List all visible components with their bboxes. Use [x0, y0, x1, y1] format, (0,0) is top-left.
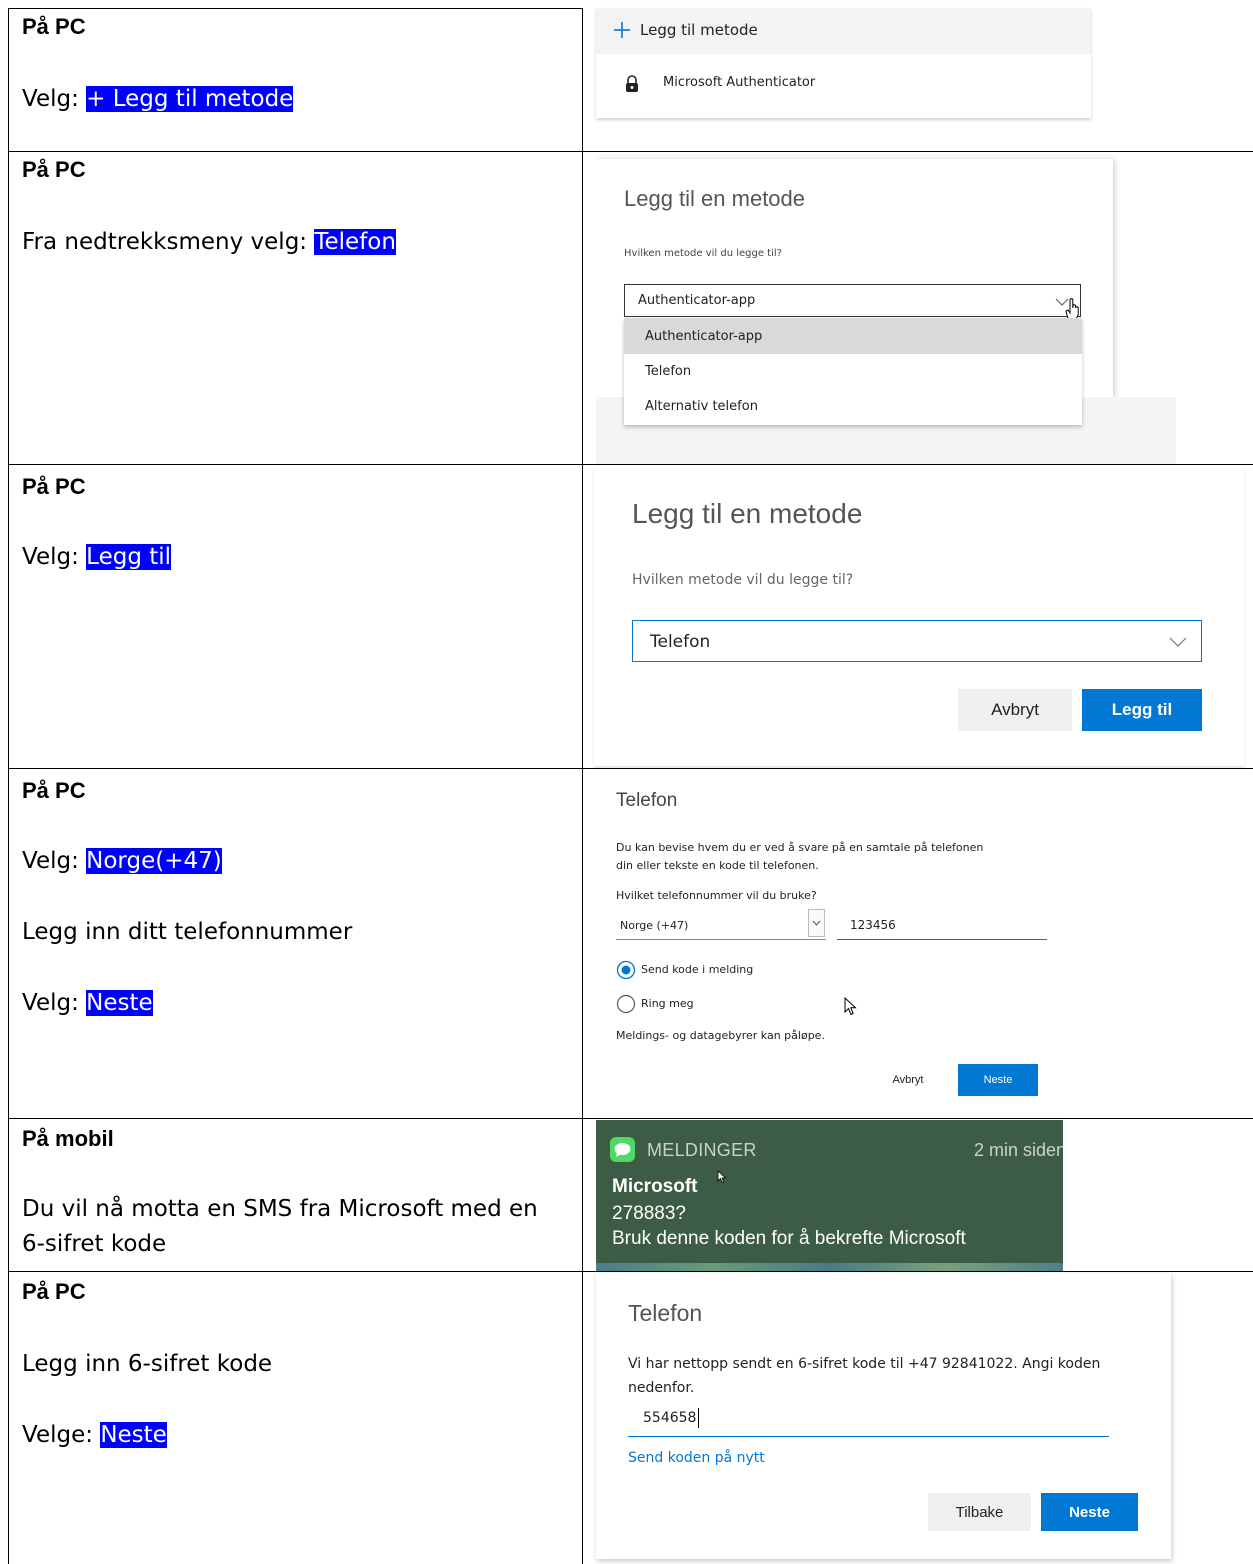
dropdown-option[interactable]: Authenticator-app	[624, 318, 1082, 354]
row-heading: På PC	[22, 474, 86, 499]
row-heading: På mobil	[22, 1126, 114, 1151]
table-divider	[582, 8, 583, 1564]
cancel-button[interactable]: Avbryt	[868, 1064, 948, 1096]
notification-time: 2 min siden	[974, 1140, 1063, 1160]
dialog-title: Legg til en metode	[624, 186, 806, 211]
instruction-cell: På mobil Du vil nå motta en SMS fra Micr…	[8, 1118, 582, 1271]
method-select[interactable]: Telefon	[632, 620, 1202, 662]
code-input-value: 554658	[643, 1410, 697, 1426]
instruction-line: Velg: Norge(+47)	[22, 848, 222, 874]
sms-notification: MELDINGER 2 min siden Microsoft 278883? …	[596, 1120, 1063, 1271]
dialog-desc: Du kan bevise hvem du er ved å svare på …	[616, 841, 984, 854]
dialog-title: Legg til en metode	[632, 498, 863, 529]
instruction-cell: På PC Fra nedtrekksmeny velg: Telefon	[8, 151, 582, 464]
dialog-desc: nedenfor.	[628, 1380, 695, 1396]
radio-unselected-icon	[616, 994, 636, 1014]
highlighted-action: Neste	[86, 990, 153, 1016]
instruction-line: 6-sifret kode	[22, 1231, 167, 1257]
instruction-line: Legg inn 6-sifret kode	[22, 1351, 273, 1377]
highlighted-action: Norge(+47)	[86, 848, 222, 874]
text-caret	[698, 1408, 699, 1428]
row-heading: På PC	[22, 778, 86, 803]
dropdown-list: Authenticator-app Telefon Alternativ tel…	[624, 318, 1082, 425]
mouse-pointer-icon	[717, 1170, 727, 1184]
instruction-line: Velg: + Legg til metode	[22, 86, 294, 112]
app-name: MELDINGER	[647, 1140, 757, 1160]
dropdown-option[interactable]: Telefon	[624, 354, 1082, 389]
add-method-button[interactable]: Legg til metode	[596, 8, 1091, 54]
resend-code-link[interactable]: Send koden på nytt	[628, 1450, 765, 1466]
row-heading: På PC	[22, 157, 86, 182]
dialog-desc: din eller tekste en kode til telefonen.	[616, 859, 819, 872]
phone-number-input[interactable]: 123456	[837, 909, 1047, 940]
message-body: Bruk denne koden for å bekrefte Microsof…	[612, 1228, 966, 1249]
plus-icon	[614, 22, 630, 38]
method-item-authenticator[interactable]: Microsoft Authenticator	[596, 64, 1091, 104]
sender-name: Microsoft	[612, 1176, 698, 1197]
highlighted-action: Telefon	[314, 229, 396, 255]
phone-number-value: 123456	[850, 918, 896, 932]
radio-call-me[interactable]: Ring meg	[616, 993, 816, 1015]
instruction-line: Velg: Neste	[22, 990, 153, 1016]
method-item-label: Microsoft Authenticator	[663, 75, 816, 90]
cancel-button[interactable]: Avbryt	[958, 689, 1072, 731]
row-heading: På PC	[22, 14, 86, 39]
instruction-line: Du vil nå motta en SMS fra Microsoft med…	[22, 1196, 538, 1222]
instruction-cell: På PC Velg: Legg til	[8, 464, 582, 768]
chevron-down-icon	[1169, 637, 1187, 647]
dialog-question: Hvilken metode vil du legge til?	[624, 248, 782, 259]
message-code: 278883?	[612, 1203, 686, 1224]
dialog-title: Telefon	[628, 1300, 703, 1326]
instruction-line: Velge: Neste	[22, 1422, 167, 1448]
dialog-title: Telefon	[616, 790, 678, 811]
highlighted-action: Neste	[100, 1422, 167, 1448]
radio-selected-icon	[616, 960, 636, 980]
screenshot-method-dropdown: Legg til en metode Hvilken metode vil du…	[596, 153, 1176, 464]
instruction-line: Velg: Legg til	[22, 544, 172, 570]
country-select-value: Norge (+47)	[620, 919, 689, 932]
notification-bottom-edge	[596, 1263, 1063, 1271]
highlighted-action: + Legg til metode	[86, 86, 294, 112]
screenshot-add-method-menu: Legg til metode Microsoft Authenticator	[596, 8, 1091, 118]
radio-send-code[interactable]: Send kode i melding	[616, 959, 816, 981]
country-select[interactable]: Norge (+47)	[616, 909, 826, 940]
mouse-pointer-icon	[844, 997, 857, 1016]
chevron-down-icon	[808, 909, 825, 937]
instruction-cell: På PC Velg: + Legg til metode	[8, 8, 582, 151]
highlighted-action: Legg til	[86, 544, 172, 570]
instruction-line: Fra nedtrekksmeny velg: Telefon	[22, 229, 396, 255]
lock-icon	[626, 75, 638, 92]
row-heading: På PC	[22, 1279, 86, 1304]
fees-notice: Meldings- og datagebyrer kan påløpe.	[616, 1029, 825, 1042]
screenshot-verify-code-dialog: Telefon Vi har nettopp sendt en 6-sifret…	[596, 1273, 1171, 1559]
dialog-question: Hvilken metode vil du legge til?	[632, 572, 854, 588]
back-button[interactable]: Tilbake	[928, 1493, 1031, 1531]
add-button[interactable]: Legg til	[1082, 689, 1202, 731]
instruction-cell: På PC Legg inn 6-sifret kode Velge: Nest…	[8, 1271, 582, 1564]
method-select-value: Telefon	[650, 632, 711, 652]
add-method-label: Legg til metode	[640, 21, 758, 39]
instruction-line: Legg inn ditt telefonnummer	[22, 919, 353, 945]
next-button[interactable]: Neste	[958, 1064, 1038, 1096]
next-button[interactable]: Neste	[1041, 1493, 1138, 1531]
instruction-cell: På PC Velg: Norge(+47) Legg inn ditt tel…	[8, 768, 582, 1118]
method-select[interactable]: Authenticator-app	[624, 284, 1081, 320]
dialog-desc: Vi har nettopp sendt en 6-sifret kode ti…	[628, 1356, 1101, 1372]
screenshot-add-method-dialog: Legg til en metode Hvilken metode vil du…	[594, 466, 1244, 766]
code-input[interactable]: 554658	[628, 1402, 1109, 1437]
messages-app-icon	[610, 1137, 635, 1162]
dropdown-option[interactable]: Alternativ telefon	[624, 389, 1082, 425]
phone-question: Hvilket telefonnummer vil du bruke?	[616, 889, 817, 902]
screenshot-phone-dialog: Telefon Du kan bevise hvem du er ved å s…	[596, 770, 1066, 1116]
method-select-value: Authenticator-app	[638, 293, 756, 308]
